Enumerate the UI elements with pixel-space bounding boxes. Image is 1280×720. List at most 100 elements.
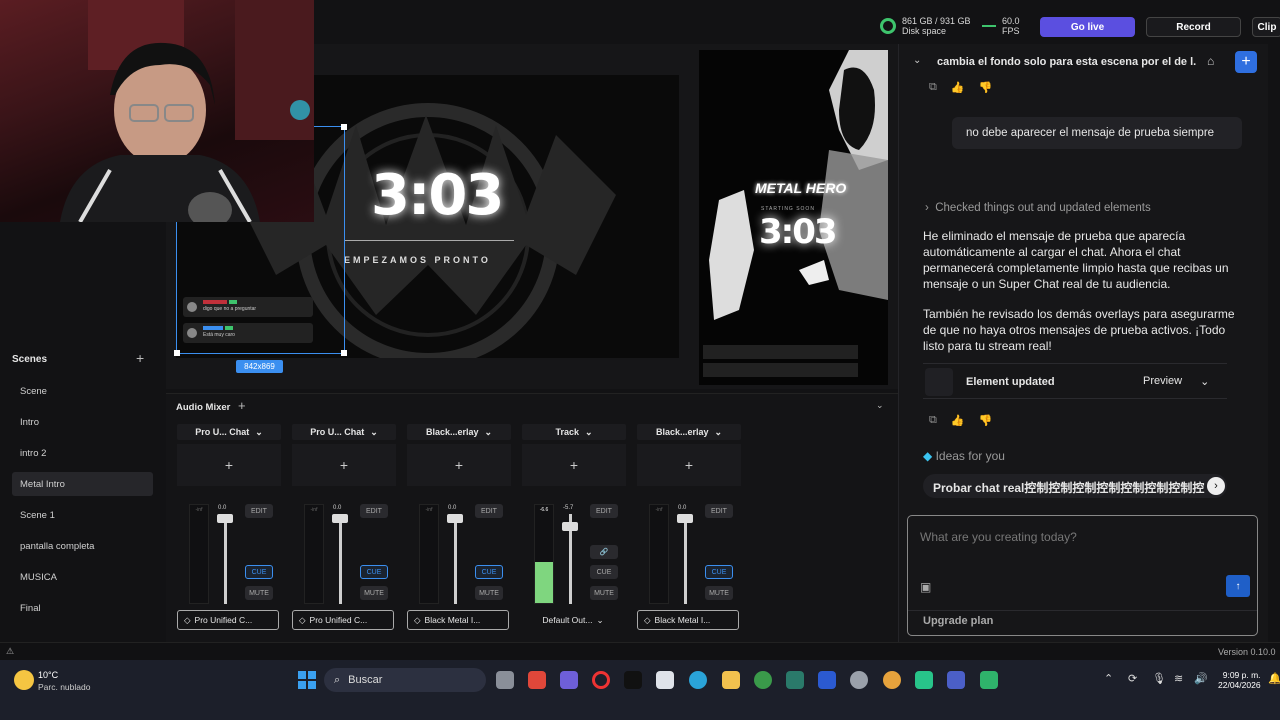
mute-button[interactable]: MUTE (590, 586, 618, 600)
volume-icon[interactable]: 🔊 (1194, 672, 1208, 685)
brave-icon[interactable] (528, 671, 546, 689)
add-scene-button[interactable]: + (136, 350, 144, 366)
microphone-icon[interactable]: 🎙 (1152, 672, 1166, 685)
home-icon[interactable]: ⌂ (1207, 54, 1214, 68)
cue-button[interactable]: CUE (360, 565, 388, 579)
collapse-mixer-icon[interactable]: ⌄ (876, 400, 884, 411)
scene-item[interactable]: Final (12, 596, 153, 620)
mute-button[interactable]: MUTE (705, 586, 733, 600)
thumbs-down-icon[interactable]: 👎 (979, 81, 993, 94)
search-box[interactable]: ⌕ Buscar (324, 668, 486, 692)
new-chat-button[interactable]: + (1235, 51, 1257, 73)
mute-button[interactable]: MUTE (475, 586, 503, 600)
cue-button[interactable]: CUE (245, 565, 273, 579)
resize-handle[interactable] (341, 124, 347, 130)
notification-icon[interactable]: 🔔 (1268, 672, 1280, 685)
app-icon[interactable] (980, 671, 998, 689)
add-filter-button[interactable]: + (522, 444, 626, 486)
store-icon[interactable] (656, 671, 674, 689)
task-view-icon[interactable] (496, 671, 514, 689)
record-button[interactable]: Record (1146, 17, 1241, 37)
go-live-button[interactable]: Go live (1040, 17, 1135, 37)
edit-button[interactable]: EDIT (590, 504, 618, 518)
vertical-scene-preview[interactable]: METAL HERO STARTING SOON 3:03 (699, 50, 888, 385)
thumbs-up-icon[interactable]: 👍 (951, 81, 965, 94)
scene-item[interactable]: MUSICA (12, 565, 153, 589)
streaming-app-icon[interactable] (947, 671, 965, 689)
next-suggestion-icon[interactable]: › (1207, 477, 1225, 495)
output-select[interactable]: ◇ Pro Unified C... (292, 610, 394, 630)
wifi-icon[interactable]: ≋ (1174, 672, 1183, 685)
checked-status[interactable]: › Checked things out and updated element… (925, 202, 1151, 214)
fader-knob[interactable] (217, 514, 233, 523)
output-select[interactable]: Default Out... ⌄ (522, 610, 624, 630)
fader-knob[interactable] (562, 522, 578, 531)
add-filter-button[interactable]: + (407, 444, 511, 486)
mute-button[interactable]: MUTE (245, 586, 273, 600)
fader-knob[interactable] (447, 514, 463, 523)
scene-item[interactable]: Scene 1 (12, 503, 153, 527)
word-icon[interactable] (818, 671, 836, 689)
output-select[interactable]: ◇ Pro Unified C... (177, 610, 279, 630)
scene-item[interactable]: pantalla completa (12, 534, 153, 558)
link-icon[interactable]: 🔗 (590, 545, 618, 559)
volume-fader[interactable] (684, 514, 687, 604)
edit-button[interactable]: EDIT (360, 504, 388, 518)
edit-button[interactable]: EDIT (705, 504, 733, 518)
volume-fader[interactable] (339, 514, 342, 604)
chrome-icon[interactable] (883, 671, 901, 689)
output-select[interactable]: ◇ Black Metal I... (637, 610, 739, 630)
opera-icon[interactable] (592, 671, 610, 689)
chevron-down-icon[interactable]: ⌄ (913, 55, 921, 66)
app-icon[interactable] (915, 671, 933, 689)
chevron-up-icon[interactable]: ⌃ (1104, 672, 1113, 685)
prompt-input[interactable]: What are you creating today? (920, 530, 1077, 544)
teams-icon[interactable] (560, 671, 578, 689)
add-filter-button[interactable]: + (292, 444, 396, 486)
copy-icon[interactable]: ⧉ (929, 81, 937, 94)
clock[interactable]: 9:09 p. m. 22/04/2026 (1218, 670, 1261, 690)
add-filter-button[interactable]: + (637, 444, 741, 486)
thumbs-down-icon[interactable]: 👎 (979, 414, 993, 427)
scene-item[interactable]: Scene (12, 379, 153, 403)
file-explorer-icon[interactable] (722, 671, 740, 689)
channel-header[interactable]: Track ⌄ (522, 424, 626, 440)
windows-start-icon[interactable] (298, 671, 316, 689)
clip-button[interactable]: Clip (1252, 17, 1280, 37)
cue-button[interactable]: CUE (475, 565, 503, 579)
image-attach-icon[interactable]: ▣ (920, 580, 931, 594)
channel-header[interactable]: Black...erlay ⌄ (637, 424, 741, 440)
edit-button[interactable]: EDIT (475, 504, 503, 518)
volume-fader[interactable] (454, 514, 457, 604)
prompt-box[interactable]: What are you creating today? ▣ ↑ Upgrade… (907, 515, 1258, 636)
volume-fader[interactable] (224, 514, 227, 604)
edit-button[interactable]: EDIT (245, 504, 273, 518)
add-audio-button[interactable]: + (238, 398, 246, 413)
cue-button[interactable]: CUE (705, 565, 733, 579)
mute-button[interactable]: MUTE (360, 586, 388, 600)
add-filter-button[interactable]: + (177, 444, 281, 486)
copy-icon[interactable]: ⧉ (929, 414, 937, 427)
weather-icon[interactable] (14, 670, 34, 690)
edge-icon[interactable] (689, 671, 707, 689)
send-button[interactable]: ↑ (1226, 575, 1250, 597)
chrome-icon[interactable] (754, 671, 772, 689)
tiktok-icon[interactable] (624, 671, 642, 689)
scene-item-selected[interactable]: Metal Intro (12, 472, 153, 496)
resize-handle[interactable] (174, 350, 180, 356)
channel-header[interactable]: Black...erlay ⌄ (407, 424, 511, 440)
settings-icon[interactable] (850, 671, 868, 689)
channel-header[interactable]: Pro U... Chat ⌄ (177, 424, 281, 440)
preview-dropdown[interactable]: Preview ⌄ (1133, 370, 1225, 392)
upgrade-plan-link[interactable]: Upgrade plan (923, 615, 993, 627)
cue-button[interactable]: CUE (590, 565, 618, 579)
suggestion-chip[interactable]: Probar chat real控制控制控制控制控制控制控制控 (923, 474, 1227, 498)
fader-knob[interactable] (677, 514, 693, 523)
scene-item[interactable]: Intro (12, 410, 153, 434)
fader-knob[interactable] (332, 514, 348, 523)
scene-item[interactable]: intro 2 (12, 441, 153, 465)
resize-handle[interactable] (341, 350, 347, 356)
warning-icon[interactable]: ⚠ (6, 646, 14, 657)
thumbs-up-icon[interactable]: 👍 (951, 414, 965, 427)
app-icon[interactable] (786, 671, 804, 689)
